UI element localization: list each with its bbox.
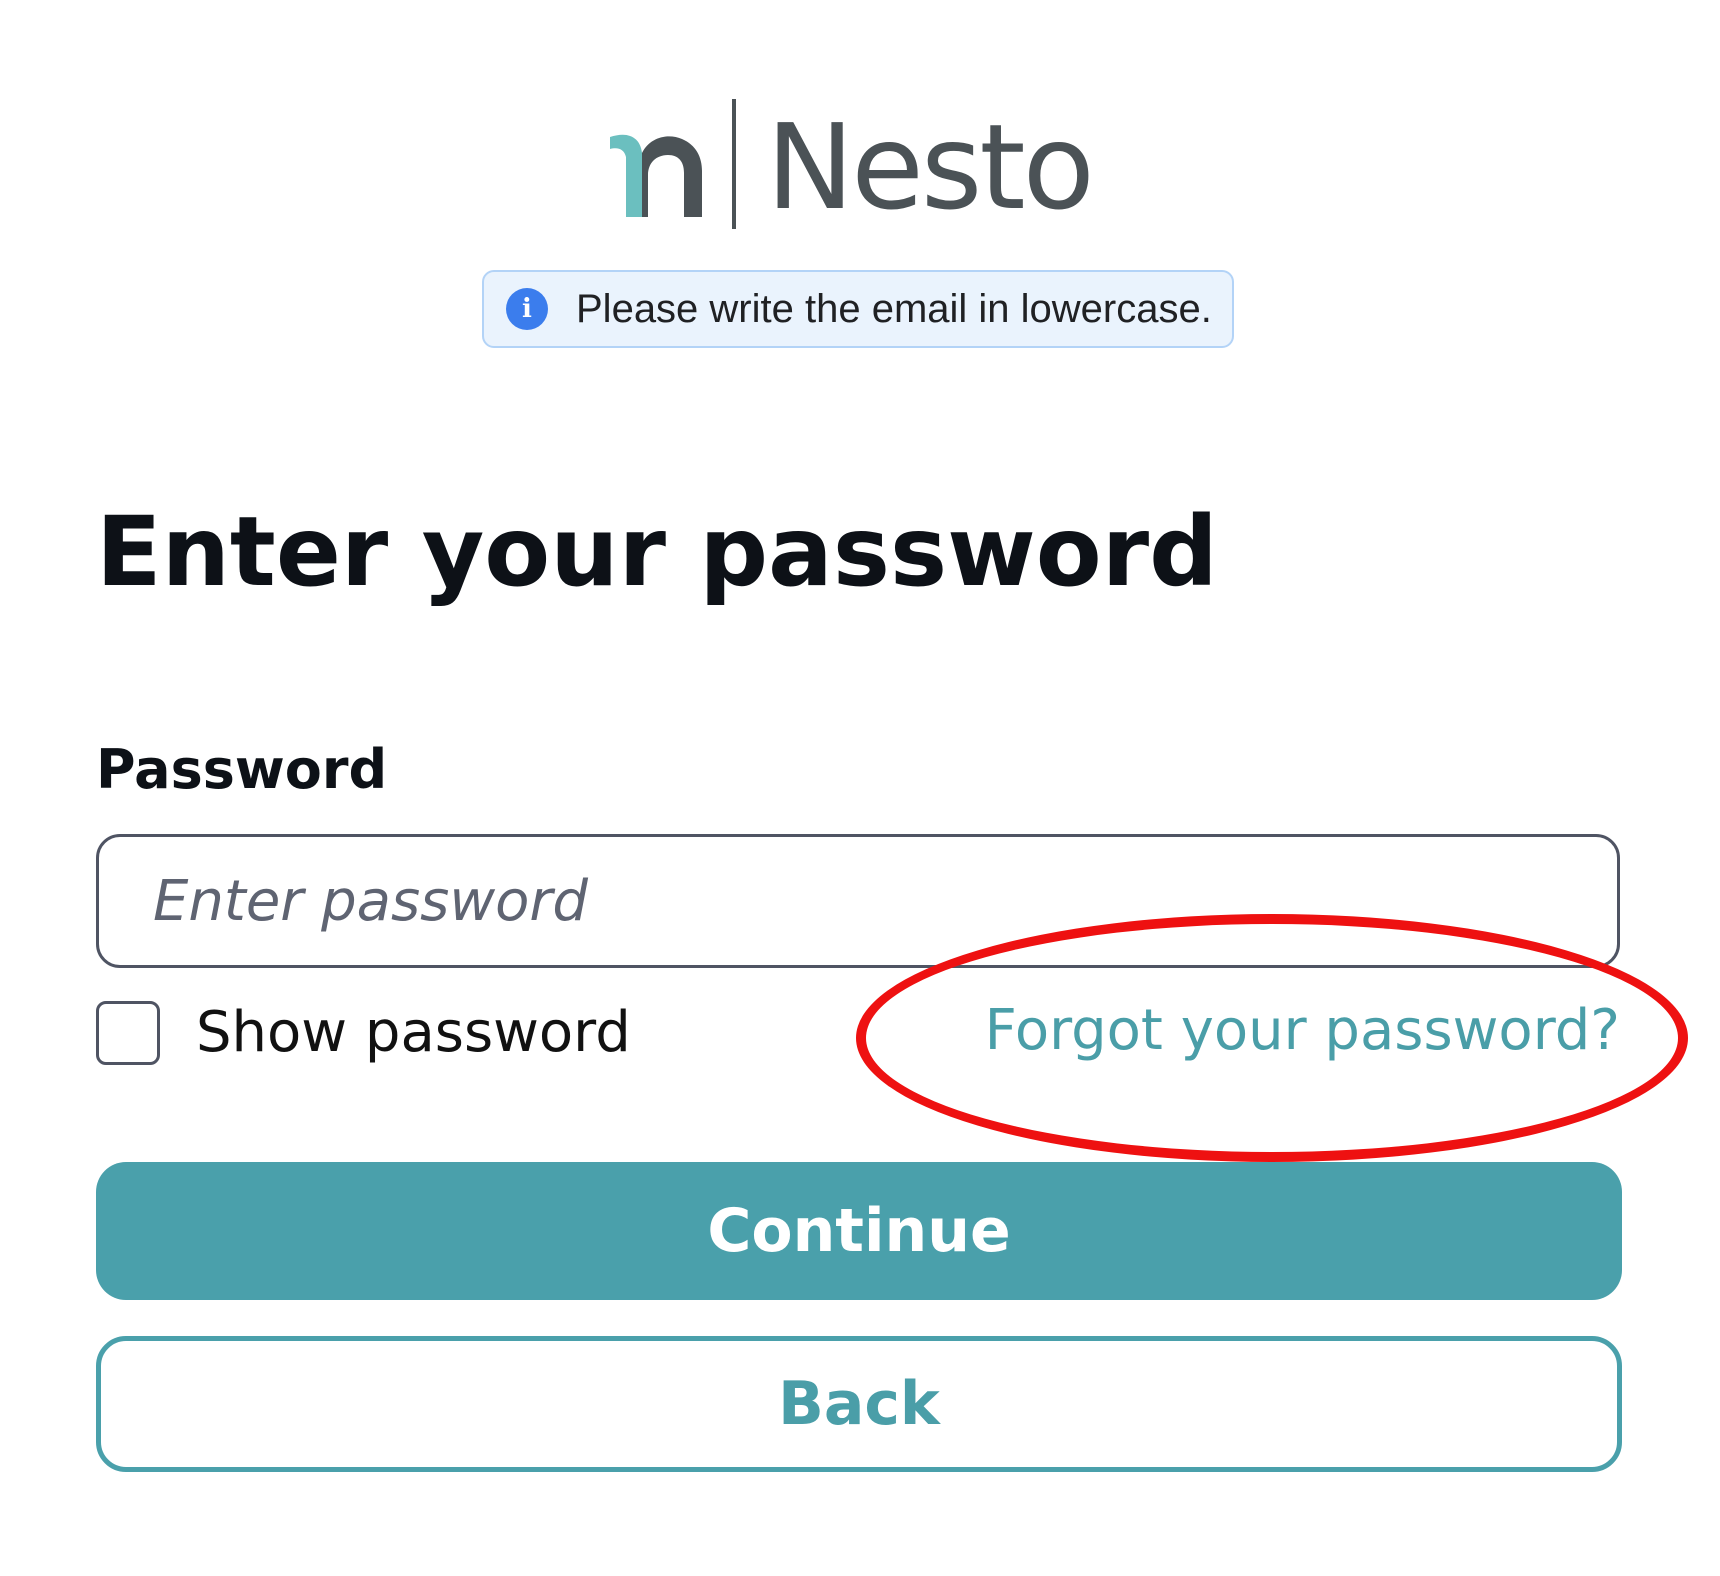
continue-button[interactable]: Continue [96,1162,1622,1300]
show-password-label[interactable]: Show password [196,1000,631,1065]
info-icon: i [506,288,548,330]
nesto-mark-icon [610,134,702,217]
page-title: Enter your password [96,496,1218,608]
back-button[interactable]: Back [96,1336,1622,1472]
show-password-row[interactable]: Show password [96,1000,631,1065]
password-input[interactable] [96,834,1620,968]
logo-divider [732,99,736,229]
logo-wordmark: Nesto [766,98,1095,236]
info-banner: i Please write the email in lowercase. [482,270,1234,348]
forgot-password-link[interactable]: Forgot your password? [985,998,1620,1063]
show-password-checkbox[interactable] [96,1000,160,1065]
login-page: Nesto i Please write the email in lowerc… [0,0,1720,1576]
info-banner-text: Please write the email in lowercase. [576,286,1212,331]
password-label: Password [96,738,388,801]
nesto-logo: Nesto [610,96,1095,236]
